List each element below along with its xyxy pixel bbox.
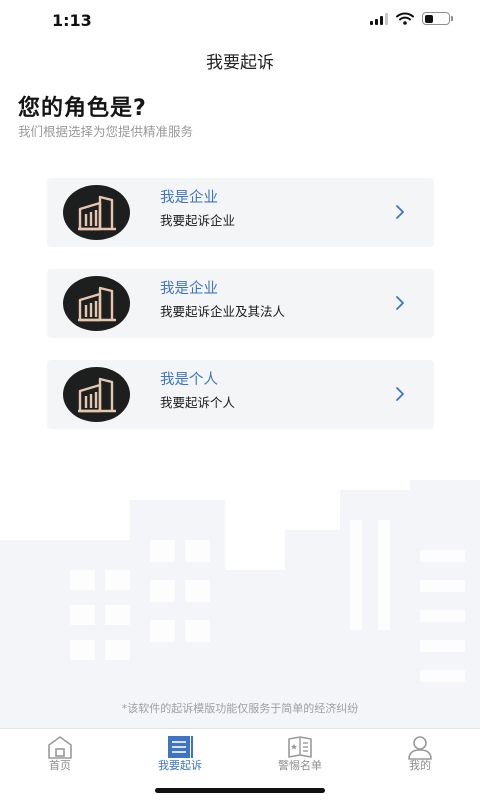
option-card-enterprise[interactable]: 我是企业 我要起诉企业: [47, 178, 434, 247]
status-bar: 1:13: [0, 0, 480, 40]
option-description: 我要起诉企业: [160, 213, 236, 228]
tab-label: 警惕名单: [278, 759, 322, 772]
chevron-right-icon: [396, 296, 404, 310]
option-title: 我是企业: [160, 281, 218, 297]
tab-profile[interactable]: 我的: [360, 729, 480, 779]
role-options-list: 我是企业 我要起诉企业 我是企业 我要起诉企业及其法人 我是个人 我要起诉个人: [47, 178, 434, 451]
option-description: 我要起诉个人: [160, 395, 236, 410]
option-description: 我要起诉企业及其法人: [160, 304, 286, 319]
tab-watchlist[interactable]: 警惕名单: [240, 729, 360, 779]
tab-home[interactable]: 首页: [0, 729, 120, 779]
tab-label: 我要起诉: [158, 759, 202, 772]
tab-label: 首页: [49, 759, 71, 772]
building-icon: [63, 185, 130, 240]
building-icon: [63, 367, 130, 422]
option-title: 我是个人: [160, 372, 218, 388]
page-title: 我要起诉: [206, 53, 274, 73]
city-skyline-background: [0, 480, 480, 730]
option-card-enterprise-and-legal-rep[interactable]: 我是企业 我要起诉企业及其法人: [47, 269, 434, 338]
status-time: 1:13: [52, 11, 92, 30]
option-card-individual[interactable]: 我是个人 我要起诉个人: [47, 360, 434, 429]
tab-label: 我的: [409, 759, 431, 772]
role-subheading: 我们根据选择为您提供精准服务: [18, 124, 194, 139]
disclaimer-text: *该软件的起诉模版功能仅服务于简单的经济纠纷: [121, 702, 359, 715]
home-indicator[interactable]: [155, 788, 325, 793]
chevron-right-icon: [396, 205, 404, 219]
cellular-signal-icon: [370, 12, 388, 25]
battery-icon: [422, 12, 453, 25]
building-icon: [63, 276, 130, 331]
tab-lawsuit[interactable]: 我要起诉: [120, 729, 240, 779]
role-heading: 您的角色是?: [18, 96, 147, 121]
option-title: 我是企业: [160, 190, 218, 206]
battery-level: [424, 14, 433, 23]
status-icons: [370, 12, 453, 25]
wifi-icon: [396, 12, 414, 25]
chevron-right-icon: [396, 387, 404, 401]
